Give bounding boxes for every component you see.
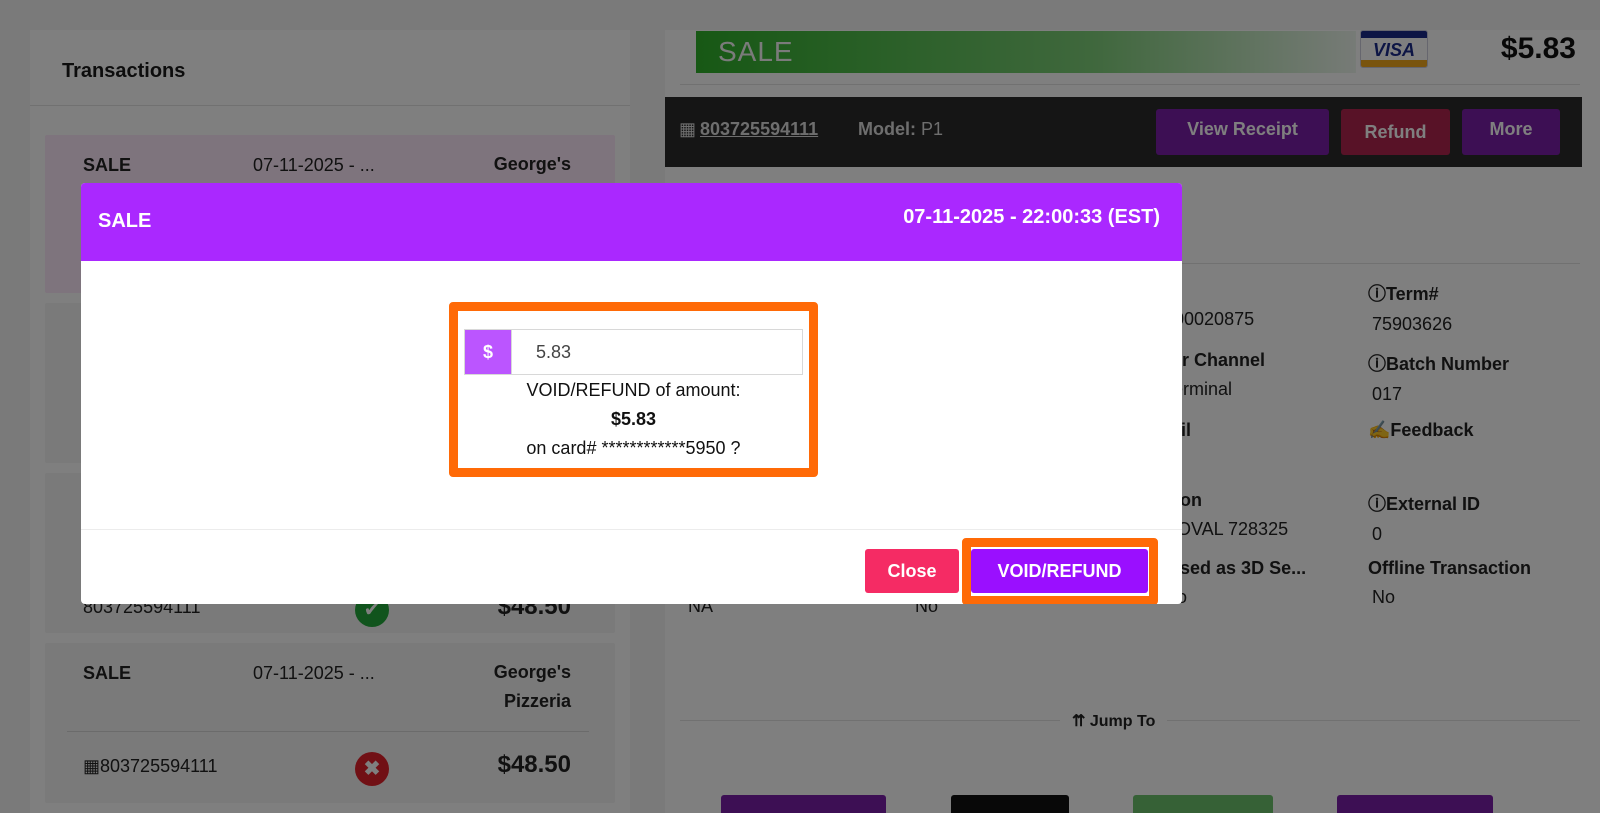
- confirm-amount: $5.83: [610, 409, 657, 429]
- confirm-card: on card# ************5950 ?: [526, 438, 741, 458]
- modal-footer: [81, 529, 1182, 530]
- refund-amount-input[interactable]: [511, 330, 802, 374]
- void-refund-button[interactable]: VOID/REFUND: [971, 549, 1148, 593]
- modal-header: SALE 07-11-2025 - 22:00:33 (EST): [81, 183, 1182, 261]
- modal-datetime: 07-11-2025 - 22:00:33 (EST): [903, 206, 1160, 228]
- amount-input-group: $: [464, 329, 803, 375]
- close-button[interactable]: Close: [865, 549, 959, 593]
- confirm-text: VOID/REFUND of amount:: [526, 380, 741, 400]
- currency-addon: $: [465, 330, 511, 374]
- modal-title: SALE: [98, 210, 152, 232]
- void-refund-modal: SALE 07-11-2025 - 22:00:33 (EST) $ VOID/…: [81, 183, 1182, 604]
